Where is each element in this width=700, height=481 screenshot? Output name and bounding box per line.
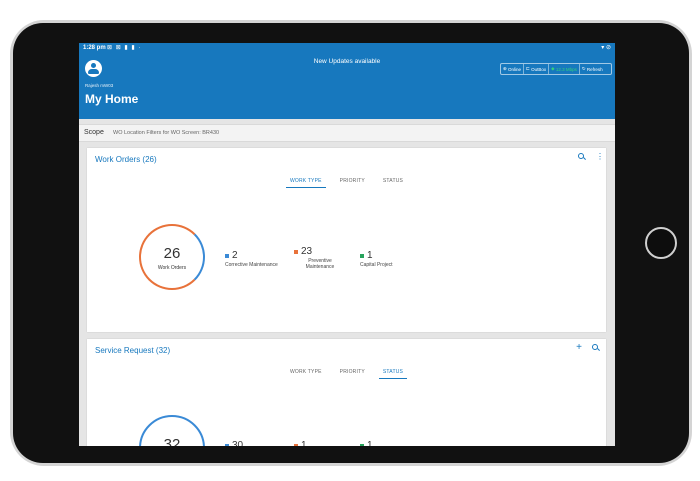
- notification-icons: ⊠ ⊠ ▮ ▮ ·: [107, 45, 142, 51]
- service-request-title[interactable]: Service Request (32): [95, 346, 170, 355]
- service-request-card: Service Request (32) + WORK TYPE PRIORIT…: [87, 339, 606, 446]
- donut-total: 32: [163, 436, 181, 446]
- donut-total: 26: [163, 245, 181, 262]
- refresh-button[interactable]: ↻ Refresh: [580, 64, 605, 74]
- work-orders-card: Work Orders (26) ⋮ WORK TYPE PRIORITY ST…: [87, 148, 606, 332]
- app-header: 1:28 pm ⊠ ⊠ ▮ ▮ · ▾ ⊘ New Updates availa…: [79, 43, 615, 119]
- scope-label: Scope: [84, 129, 104, 136]
- stat-label: Capital Project: [360, 262, 393, 268]
- more-options-icon[interactable]: ⋮: [596, 153, 604, 161]
- service-request-donut[interactable]: 32: [139, 415, 205, 446]
- stat-preventive[interactable]: 23 Preventive Maintenance: [294, 246, 346, 270]
- avatar-body: [88, 69, 99, 74]
- search-icon[interactable]: [592, 344, 600, 352]
- stat-status-1[interactable]: 30: [225, 440, 243, 446]
- stat-label: Corrective Maintenance: [225, 262, 278, 268]
- service-request-actions: +: [576, 343, 600, 353]
- network-speed: ◆ 12.3 Mbps: [549, 64, 580, 74]
- legend-square: [294, 249, 298, 254]
- stat-value: 1: [301, 440, 307, 446]
- plus-icon[interactable]: +: [576, 343, 582, 353]
- user-name: Rajesh mW03: [85, 83, 114, 88]
- tab-status[interactable]: STATUS: [379, 178, 407, 188]
- stat-value: 30: [232, 440, 244, 446]
- app-screen: 1:28 pm ⊠ ⊠ ▮ ▮ · ▾ ⊘ New Updates availa…: [79, 43, 615, 446]
- sync-toolbar: ⊕ Online ⊏ OutBox ◆ 12.3 Mbps ↻ Refresh: [500, 63, 612, 75]
- stat-status-3[interactable]: 1: [360, 440, 373, 446]
- donut-label: Work Orders: [157, 265, 187, 271]
- legend-square: [225, 253, 229, 258]
- stat-status-2[interactable]: 1: [294, 440, 307, 446]
- service-request-tabs: WORK TYPE PRIORITY STATUS: [87, 369, 606, 379]
- tab-work-type[interactable]: WORK TYPE: [285, 178, 326, 188]
- tab-work-type[interactable]: WORK TYPE: [286, 369, 326, 379]
- home-button[interactable]: [645, 227, 677, 259]
- tab-priority[interactable]: PRIORITY: [336, 369, 369, 379]
- work-orders-donut[interactable]: 26 Work Orders: [139, 224, 205, 290]
- tab-status[interactable]: STATUS: [378, 369, 408, 379]
- stat-value: 23: [301, 246, 313, 257]
- work-orders-tabs: WORK TYPE PRIORITY STATUS: [87, 178, 606, 188]
- page-title: My Home: [85, 92, 139, 106]
- stat-capital[interactable]: 1 Capital Project: [360, 250, 393, 268]
- stat-corrective[interactable]: 2 Corrective Maintenance: [225, 250, 278, 268]
- stat-value: 2: [232, 250, 238, 261]
- outbox-button[interactable]: ⊏ OutBox: [524, 64, 550, 74]
- search-icon[interactable]: [578, 153, 586, 161]
- legend-square: [294, 443, 298, 446]
- status-time: 1:28 pm: [83, 45, 106, 51]
- online-status[interactable]: ⊕ Online: [501, 64, 525, 74]
- status-bar: 1:28 pm ⊠ ⊠ ▮ ▮ · ▾ ⊘: [79, 43, 615, 54]
- work-orders-title[interactable]: Work Orders (26): [95, 155, 157, 164]
- work-orders-actions: ⋮: [578, 153, 604, 161]
- scope-bar[interactable]: Scope WO Location Filters for WO Screen:…: [79, 124, 615, 142]
- legend-square: [360, 253, 364, 258]
- scope-value: WO Location Filters for WO Screen: BR430: [113, 130, 220, 136]
- legend-square: [225, 443, 229, 446]
- legend-square: [360, 443, 364, 446]
- stat-value: 1: [367, 440, 373, 446]
- tab-priority[interactable]: PRIORITY: [336, 178, 369, 188]
- stat-value: 1: [367, 250, 373, 261]
- wifi-battery-icons: ▾ ⊘: [601, 45, 611, 51]
- stat-label: Preventive Maintenance: [305, 258, 335, 270]
